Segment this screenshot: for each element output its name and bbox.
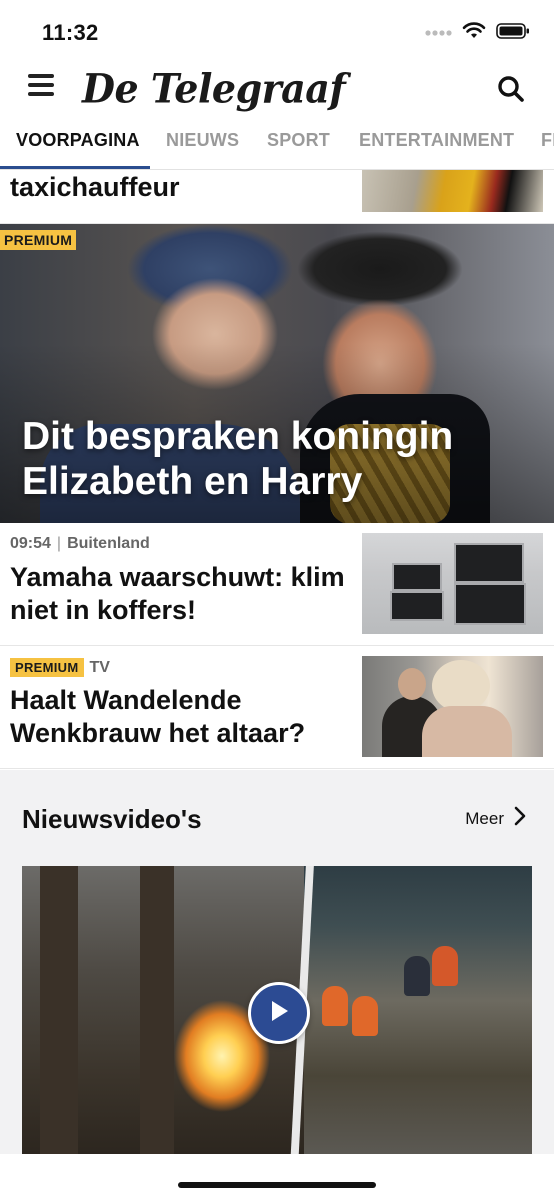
chevron-right-icon	[514, 806, 526, 831]
list-item[interactable]: 09:54 | Buitenland Yamaha waarschuwt: kl…	[0, 523, 554, 646]
section-tabs: VOORPAGINA NIEUWS SPORT ENTERTAINMENT FI	[0, 120, 554, 170]
tab-financieel[interactable]: FI	[541, 130, 554, 151]
article-time: 09:54	[10, 535, 51, 552]
thumbnail-detail	[40, 866, 78, 1154]
signal-icon	[424, 24, 452, 43]
thumbnail-detail	[454, 543, 524, 583]
thumbnail-detail	[432, 660, 490, 712]
tab-sport[interactable]: SPORT	[267, 130, 330, 151]
meta-separator: |	[56, 535, 62, 552]
premium-badge: PREMIUM	[10, 658, 84, 677]
article-thumbnail	[362, 170, 543, 212]
play-button[interactable]	[248, 982, 310, 1044]
thumbnail-detail	[322, 986, 348, 1026]
status-time: 11:32	[42, 20, 99, 45]
search-icon[interactable]	[496, 74, 526, 104]
article-meta: PREMIUM TV	[10, 658, 110, 677]
article-headline: taxichauffeur	[10, 172, 180, 202]
list-item[interactable]: PREMIUM TV Haalt Wandelende Wenkbrauw he…	[0, 646, 554, 769]
more-link[interactable]: Meer	[465, 806, 526, 831]
article-meta: 09:54 | Buitenland	[10, 535, 150, 553]
thumbnail-detail	[392, 563, 442, 591]
status-icons	[424, 22, 530, 45]
hero-headline: Dit bespraken koningin Elizabeth en Harr…	[22, 415, 454, 503]
article-section: Buitenland	[67, 535, 150, 552]
article-thumbnail	[362, 533, 543, 634]
hamburger-menu-icon[interactable]	[28, 74, 58, 104]
section-title: Nieuwsvideo's	[22, 804, 202, 834]
bottom-bar	[0, 1154, 554, 1200]
tab-nieuws[interactable]: NIEUWS	[166, 130, 239, 151]
home-indicator[interactable]	[178, 1182, 376, 1188]
more-label: Meer	[465, 808, 504, 828]
article-headline: Yamaha waarschuwt: klim niet in koffers!	[10, 562, 345, 625]
thumbnail-detail	[390, 591, 444, 621]
thumbnail-detail	[140, 866, 174, 1154]
premium-badge: PREMIUM	[0, 230, 77, 250]
news-videos-section: Nieuwsvideo's Meer	[0, 770, 554, 1154]
thumbnail-detail	[404, 956, 430, 996]
thumbnail-detail	[422, 706, 512, 757]
thumbnail-detail	[454, 583, 526, 625]
video-card[interactable]	[22, 866, 532, 1154]
telegraaf-logo[interactable]: De Telegraaf	[82, 65, 346, 112]
wifi-icon	[462, 22, 486, 45]
news-feed[interactable]: taxichauffeur PREMIUM Dit bespraken koni…	[0, 170, 554, 1154]
tab-voorpagina[interactable]: VOORPAGINA	[16, 130, 140, 151]
tab-entertainment[interactable]: ENTERTAINMENT	[359, 130, 514, 151]
thumbnail-detail	[432, 946, 458, 986]
article-thumbnail	[362, 656, 543, 757]
battery-icon	[496, 22, 530, 45]
hero-article[interactable]: PREMIUM Dit bespraken koningin Elizabeth…	[0, 224, 554, 523]
app-bar: De Telegraaf	[0, 62, 554, 120]
article-section: TV	[89, 658, 110, 676]
thumbnail-detail	[352, 996, 378, 1036]
list-item[interactable]: taxichauffeur	[0, 170, 554, 224]
play-icon	[267, 998, 291, 1029]
status-bar: 11:32	[0, 0, 554, 62]
thumbnail-detail	[398, 668, 426, 700]
article-headline: Haalt Wandelende Wenkbrauw het altaar?	[10, 685, 306, 748]
